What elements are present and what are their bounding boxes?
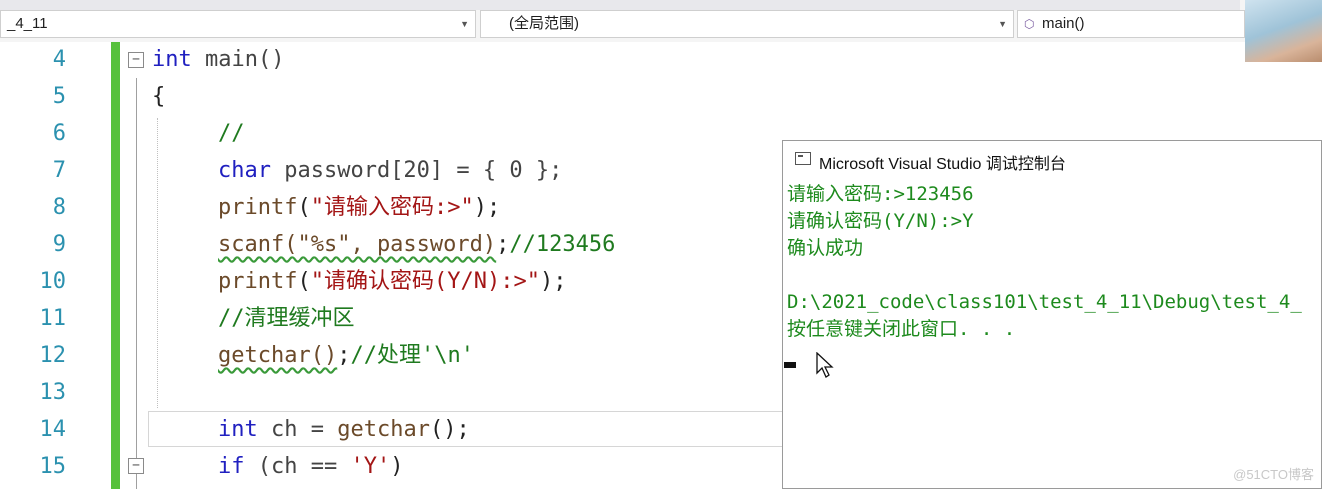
function-name: printf <box>218 195 298 220</box>
code-text: ); <box>539 269 567 294</box>
string-literal: "请确认密码(Y/N):>" <box>310 269 540 294</box>
watermark: @51CTO博客 <box>1233 467 1314 482</box>
scope-dropdown-value: (全局范围) <box>509 15 579 32</box>
line-number: 8 <box>52 195 66 220</box>
console-output-line: 请确认密码(Y/N):>Y <box>787 210 974 232</box>
collapse-toggle-icon[interactable]: − <box>128 52 144 68</box>
line-number: 12 <box>39 343 67 368</box>
function-name: getchar <box>337 417 430 442</box>
code-line-7[interactable]: char password[20] = { 0 }; <box>218 153 562 189</box>
line-number: 13 <box>39 380 67 405</box>
code-text: ); <box>473 195 501 220</box>
project-dropdown-value: _4_11 <box>7 15 48 32</box>
code-text: ( <box>297 195 311 220</box>
keyword: int <box>218 417 258 442</box>
comment: //清理缓冲区 <box>218 306 355 331</box>
line-number: 7 <box>52 158 66 183</box>
function-dropdown-value: main() <box>1042 15 1085 32</box>
code-text: (ch == <box>244 454 351 479</box>
code-text: ; <box>337 343 351 368</box>
line-number: 11 <box>39 306 67 331</box>
navigation-bar: _4_11 ▼ (全局范围) ▼ ⬡ main() <box>0 0 1322 42</box>
line-number: 10 <box>39 269 67 294</box>
line-number: 5 <box>52 84 66 109</box>
debug-console-window[interactable]: Microsoft Visual Studio 调试控制台 请输入密码:>123… <box>782 140 1322 489</box>
method-cube-icon: ⬡ <box>1024 17 1035 31</box>
code-text: (); <box>429 417 470 442</box>
comment: //处理'\n' <box>350 343 474 368</box>
collapse-toggle-icon[interactable]: − <box>128 458 144 474</box>
code-text: ; <box>496 232 510 257</box>
code-line-8[interactable]: printf("请输入密码:>"); <box>218 190 500 226</box>
indent-guide <box>157 118 158 408</box>
project-dropdown[interactable]: _4_11 ▼ <box>0 10 476 38</box>
code-text: ) <box>390 454 404 479</box>
code-line-5[interactable]: { <box>152 79 165 115</box>
console-title: Microsoft Visual Studio 调试控制台 <box>819 156 1066 173</box>
line-number: 15 <box>39 454 67 479</box>
keyword: if <box>218 454 245 479</box>
chevron-down-icon: ▼ <box>998 19 1007 29</box>
function-dropdown[interactable]: ⬡ main() <box>1017 10 1245 38</box>
outline-line <box>136 78 137 489</box>
comment: // <box>218 121 245 146</box>
line-number: 14 <box>39 417 67 442</box>
keyword: int <box>152 47 192 72</box>
keyword: char <box>218 158 271 183</box>
comment: //123456 <box>509 232 616 257</box>
warning-squiggle-code: getchar() <box>218 343 338 368</box>
line-number: 6 <box>52 121 66 146</box>
console-cursor <box>784 362 796 368</box>
line-number-gutter: 4 5 6 7 8 9 10 11 12 13 14 15 <box>0 42 110 489</box>
console-title-bar[interactable]: Microsoft Visual Studio 调试控制台 <box>783 141 1321 179</box>
code-line-6[interactable]: // <box>218 116 245 152</box>
code-line-14[interactable]: int ch = getchar(); <box>218 412 470 448</box>
mouse-pointer-icon <box>816 352 834 378</box>
code-line-12[interactable]: getchar();//处理'\n' <box>218 338 474 374</box>
console-output-line: 按任意键关闭此窗口. . . <box>787 318 1016 340</box>
console-output-line: 确认成功 <box>787 237 864 259</box>
string-literal: "请输入密码:>" <box>310 195 474 220</box>
line-number: 4 <box>52 47 66 72</box>
code-text: main() <box>191 47 285 72</box>
webcam-overlay <box>1245 0 1322 62</box>
code-text: ( <box>297 269 311 294</box>
scope-dropdown[interactable]: (全局范围) ▼ <box>480 10 1014 38</box>
code-text: ch = <box>257 417 338 442</box>
warning-squiggle-code: scanf("%s", password) <box>218 232 497 257</box>
tab-strip <box>0 0 1240 10</box>
chevron-down-icon: ▼ <box>460 19 469 29</box>
line-number: 9 <box>52 232 66 257</box>
function-name: printf <box>218 269 298 294</box>
console-output-line: D:\2021_code\class101\test_4_11\Debug\te… <box>787 291 1302 313</box>
change-tracking-bar <box>111 42 120 489</box>
code-text: password[20] = { 0 }; <box>270 158 563 183</box>
code-line-9[interactable]: scanf("%s", password);//123456 <box>218 227 615 263</box>
code-line-15[interactable]: if (ch == 'Y') <box>218 449 403 485</box>
code-line-4[interactable]: int main() <box>152 42 284 78</box>
console-output-line: 请输入密码:>123456 <box>787 183 974 205</box>
string-literal: 'Y' <box>350 454 391 479</box>
code-text: { <box>152 84 166 109</box>
code-line-11[interactable]: //清理缓冲区 <box>218 301 355 337</box>
console-window-icon <box>795 152 811 165</box>
code-line-10[interactable]: printf("请确认密码(Y/N):>"); <box>218 264 566 300</box>
